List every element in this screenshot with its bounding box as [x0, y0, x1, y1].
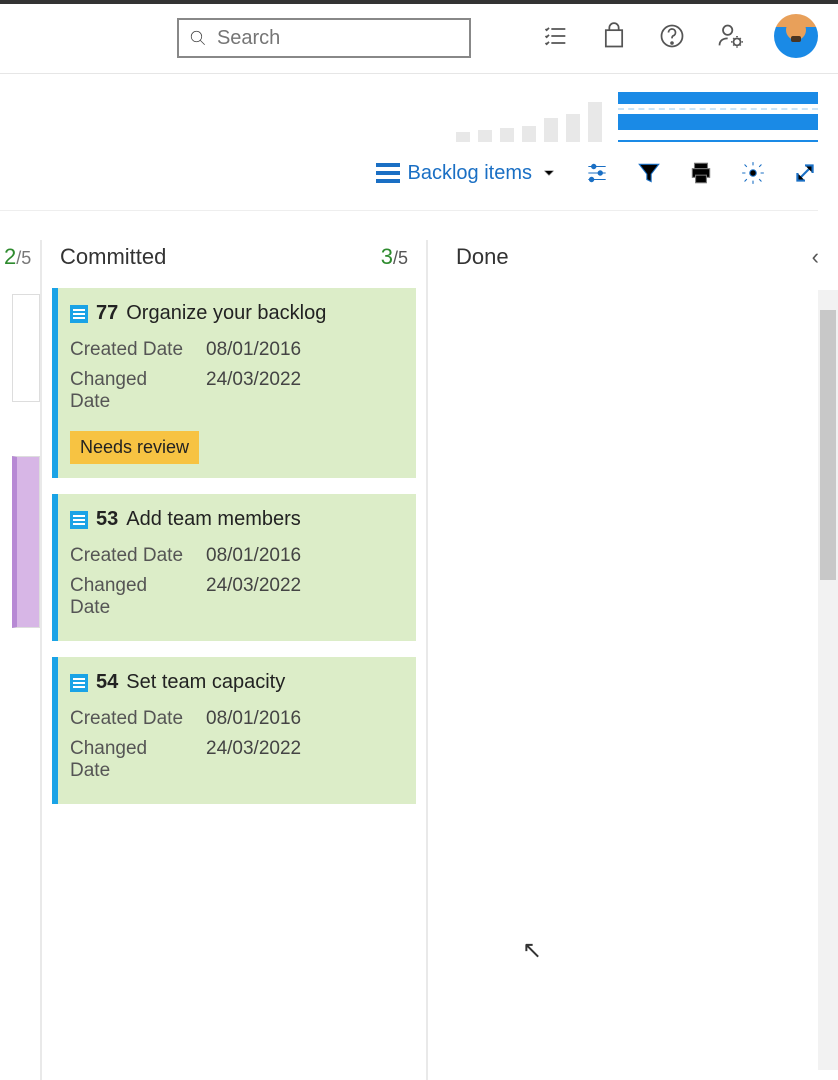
work-item-type-icon	[70, 511, 88, 529]
marketplace-icon[interactable]	[600, 22, 628, 50]
work-item-type-icon	[70, 305, 88, 323]
search-icon	[189, 28, 207, 48]
changed-date-row: Changed Date 24/03/2022	[70, 369, 402, 413]
collapse-column-icon[interactable]: ‹	[812, 244, 819, 270]
search-input[interactable]	[217, 27, 459, 50]
user-settings-icon[interactable]	[716, 22, 744, 50]
mouse-cursor: ↖	[522, 936, 542, 965]
task-list-icon[interactable]	[542, 22, 570, 50]
toolbar-divider	[0, 210, 818, 211]
board-columns: 2/5 Committed 3/5 77 Organize your backl…	[0, 240, 838, 1080]
work-item-type-icon	[70, 674, 88, 692]
partial-card-1[interactable]	[12, 294, 40, 402]
vertical-scrollbar[interactable]	[818, 290, 838, 1070]
prev-wip: 2/5	[4, 244, 31, 270]
created-date-row: Created Date 08/01/2016	[70, 545, 402, 567]
created-date-row: Created Date 08/01/2016	[70, 708, 402, 730]
work-item-title: Organize your backlog	[126, 302, 326, 325]
help-icon[interactable]	[658, 22, 686, 50]
work-item-card[interactable]: 54 Set team capacity Created Date 08/01/…	[52, 657, 416, 804]
tag[interactable]: Needs review	[70, 431, 199, 464]
column-done-header: Done ‹	[448, 240, 827, 288]
partial-card-2[interactable]	[12, 456, 40, 628]
column-done: Done ‹	[428, 240, 838, 1080]
avatar[interactable]	[774, 14, 818, 58]
filter-icon[interactable]	[636, 160, 662, 186]
scrollbar-thumb[interactable]	[820, 310, 836, 580]
created-date-row: Created Date 08/01/2016	[70, 339, 402, 361]
board-icon	[376, 163, 400, 183]
search-box[interactable]	[177, 18, 471, 58]
work-item-id: 77	[96, 302, 118, 325]
work-item-title: Set team capacity	[126, 671, 285, 694]
board-toolbar: Backlog items	[376, 160, 819, 186]
print-icon[interactable]	[688, 160, 714, 186]
chart-area	[456, 82, 818, 142]
card-title-row: 54 Set team capacity	[70, 671, 402, 694]
card-title-row: 53 Add team members	[70, 508, 402, 531]
fullscreen-icon[interactable]	[792, 160, 818, 186]
board-options-icon[interactable]	[584, 160, 610, 186]
column-previous: 2/5	[0, 240, 42, 1080]
column-committed-header: Committed 3/5	[52, 240, 416, 288]
column-done-title: Done	[456, 244, 509, 270]
window-border	[0, 0, 838, 4]
top-icons	[542, 14, 818, 58]
settings-icon[interactable]	[740, 160, 766, 186]
column-committed-title: Committed	[60, 244, 166, 270]
changed-date-row: Changed Date 24/03/2022	[70, 738, 402, 782]
chevron-down-icon	[540, 164, 558, 182]
work-item-title: Add team members	[126, 508, 301, 531]
top-bar	[0, 0, 838, 74]
changed-date-row: Changed Date 24/03/2022	[70, 575, 402, 619]
work-item-id: 53	[96, 508, 118, 531]
backlog-level-selector[interactable]: Backlog items	[376, 162, 559, 185]
cumulative-flow-mini[interactable]	[456, 82, 602, 142]
work-item-card[interactable]: 77 Organize your backlog Created Date 08…	[52, 288, 416, 478]
burndown-mini[interactable]	[618, 86, 818, 142]
card-title-row: 77 Organize your backlog	[70, 302, 402, 325]
backlog-level-label: Backlog items	[408, 162, 533, 185]
column-committed: Committed 3/5 77 Organize your backlog C…	[42, 240, 428, 1080]
committed-wip: 3/5	[381, 244, 408, 270]
work-item-id: 54	[96, 671, 118, 694]
work-item-card[interactable]: 53 Add team members Created Date 08/01/2…	[52, 494, 416, 641]
